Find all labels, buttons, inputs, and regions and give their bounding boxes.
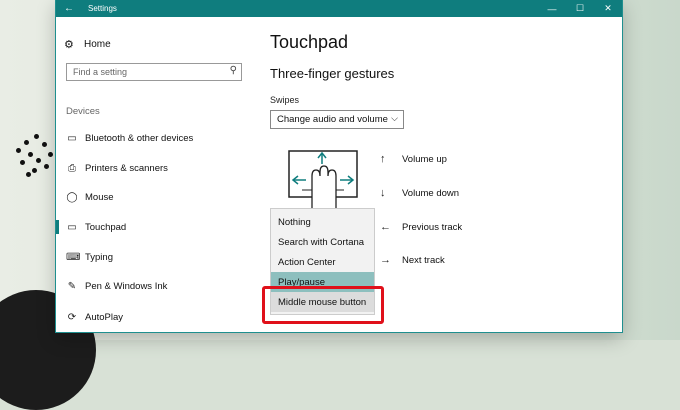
arrow-up-icon: ↑ [380, 153, 386, 165]
menu-item-action-center[interactable]: Action Center [271, 252, 374, 272]
search-placeholder: Find a setting [73, 67, 128, 77]
page-title: Touchpad [270, 32, 349, 52]
maximize-button[interactable]: ☐ [566, 0, 594, 17]
sidebar-item-pen[interactable]: ✎ Pen & Windows Ink [56, 275, 250, 297]
sidebar-item-printers[interactable]: ⎙ Printers & scanners [56, 157, 250, 179]
arrow-right-icon: → [380, 254, 391, 266]
arrow-left-icon: ← [380, 221, 391, 233]
touchpad-icon: ▭ [67, 221, 77, 233]
minimize-icon: — [547, 3, 557, 14]
menu-item-nothing[interactable]: Nothing [271, 212, 374, 232]
chevron-down-icon: ⌵ [391, 113, 398, 123]
action-volume-down: ↓ Volume down [380, 187, 460, 199]
active-indicator [56, 220, 59, 234]
gear-icon: ⚙ [64, 39, 74, 51]
sidebar-item-typing[interactable]: ⌨ Typing [56, 246, 250, 268]
swipes-value: Change audio and volume [277, 114, 388, 125]
printer-icon: ⎙ [68, 162, 76, 174]
home-label: Home [84, 39, 111, 50]
arrow-down-icon: ↓ [380, 187, 386, 199]
menu-item-search-cortana[interactable]: Search with Cortana [271, 232, 374, 252]
close-button[interactable]: ✕ [594, 0, 622, 17]
swipes-label: Swipes [270, 95, 300, 105]
three-finger-gesture-illustration [288, 150, 358, 212]
pen-icon: ✎ [67, 280, 77, 292]
action-next-track: → Next track [380, 254, 445, 266]
close-icon: ✕ [604, 3, 612, 13]
swipes-dropdown[interactable]: Change audio and volume ⌵ [270, 110, 404, 129]
action-previous-track: ← Previous track [380, 221, 463, 233]
maximize-icon: ☐ [575, 3, 585, 13]
title-bar: ← Settings — ☐ ✕ [56, 0, 622, 17]
back-button[interactable]: ← [56, 0, 82, 17]
home-link[interactable]: ⚙ Home [64, 38, 111, 51]
sidebar-item-autoplay[interactable]: ⟳ AutoPlay [56, 306, 250, 328]
sidebar-item-touchpad[interactable]: ▭ Touchpad [56, 216, 250, 238]
minimize-button[interactable]: — [538, 0, 566, 17]
action-volume-up: ↑ Volume up [380, 153, 447, 165]
group-label-devices: Devices [66, 106, 100, 117]
window-title: Settings [88, 4, 117, 13]
sidebar-item-bluetooth[interactable]: ▭ Bluetooth & other devices [56, 127, 250, 149]
mouse-icon: ◯ [66, 191, 78, 203]
back-arrow-icon: ← [64, 3, 74, 14]
annotation-highlight-box [262, 286, 384, 324]
search-input[interactable]: Find a setting ⚲ [66, 63, 242, 81]
settings-window: ← Settings — ☐ ✕ ⚙ Home Find a setting ⚲… [56, 0, 622, 332]
keyboard-icon: ⌨ [66, 251, 81, 263]
sidebar: ⚙ Home Find a setting ⚲ Devices ▭ Blueto… [56, 17, 250, 332]
search-icon: ⚲ [229, 65, 237, 76]
section-title: Three-finger gestures [270, 66, 395, 81]
autoplay-icon: ⟳ [67, 311, 77, 323]
bluetooth-icon: ▭ [67, 132, 77, 144]
sidebar-item-mouse[interactable]: ◯ Mouse [56, 186, 250, 208]
